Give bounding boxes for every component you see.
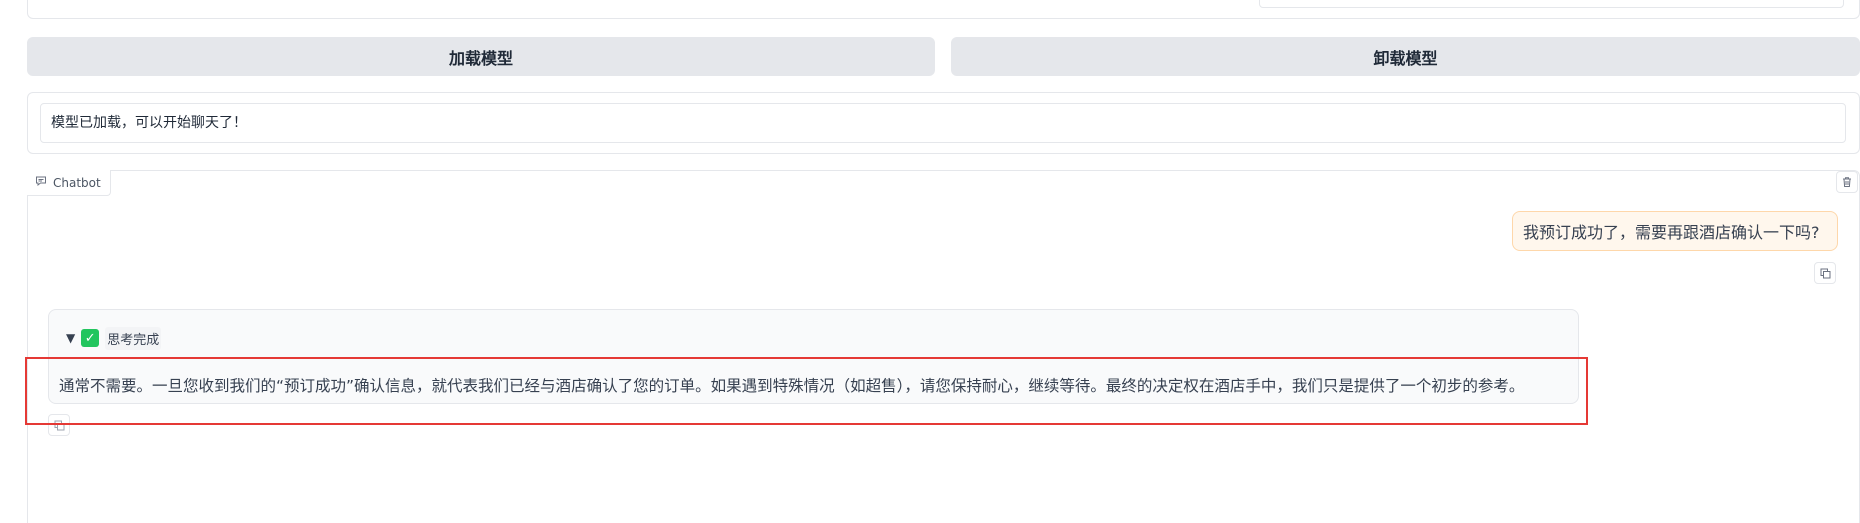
- status-textbox[interactable]: 模型已加载，可以开始聊天了！: [40, 103, 1846, 143]
- top-input-field[interactable]: [1259, 0, 1844, 8]
- user-message-text: 我预订成功了，需要再跟酒店确认一下吗?: [1523, 223, 1820, 242]
- unload-model-button[interactable]: 卸载模型: [951, 37, 1860, 76]
- assistant-message-text: 通常不需要。一旦您收到我们的“预订成功”确认信息，就代表我们已经与酒店确认了您的…: [59, 377, 1525, 395]
- chat-bubble-icon: [35, 175, 47, 190]
- thinking-status-label: 思考完成: [105, 326, 162, 350]
- copy-assistant-message-button[interactable]: [48, 414, 70, 436]
- user-message: 我预订成功了，需要再跟酒店确认一下吗?: [1512, 211, 1838, 251]
- chatbot-label-text: Chatbot: [53, 175, 101, 190]
- copy-user-message-button[interactable]: [1814, 262, 1836, 284]
- app-root: 加载模型 卸载模型 模型已加载，可以开始聊天了！ Chatbot 我预订成功了，…: [0, 0, 1860, 523]
- copy-icon: [1820, 264, 1831, 283]
- chatbot-label: Chatbot: [27, 170, 111, 196]
- clear-chat-button[interactable]: [1836, 171, 1858, 193]
- copy-icon: [54, 416, 65, 435]
- load-model-button[interactable]: 加载模型: [27, 37, 935, 76]
- thinking-toggle[interactable]: ▼ ✓ 思考完成: [66, 326, 162, 350]
- checkmark-icon: ✓: [81, 329, 100, 347]
- trash-icon: [1841, 173, 1853, 192]
- collapse-arrow-icon: ▼: [66, 331, 76, 345]
